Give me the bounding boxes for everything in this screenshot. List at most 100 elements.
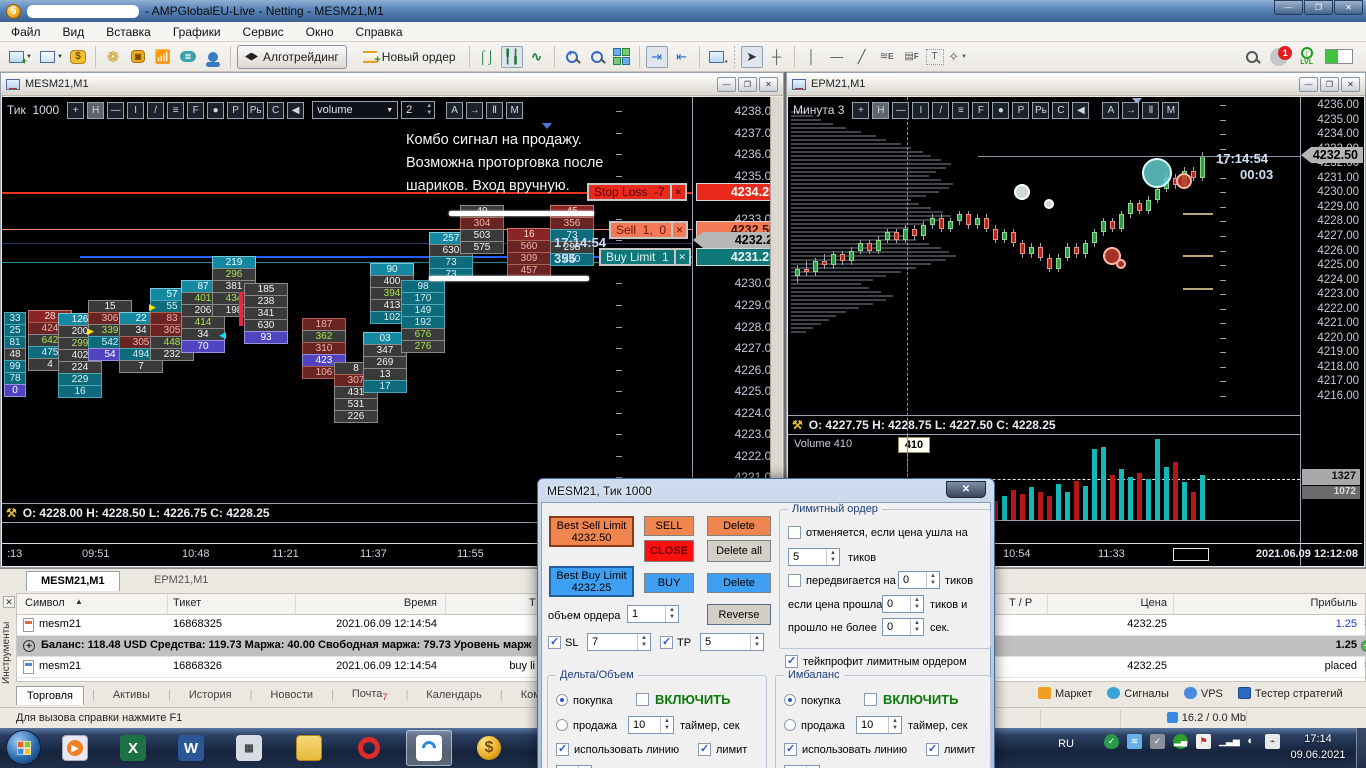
- signal-strength-icon[interactable]: ▁▃▅: [1219, 734, 1240, 749]
- chart-tool-button-◀[interactable]: ◀: [287, 101, 305, 119]
- taskbar-clock[interactable]: 17:14 09.06.2021: [1282, 731, 1354, 763]
- tab-vps[interactable]: VPS: [1183, 687, 1223, 700]
- add-funds-icon[interactable]: +: [1361, 640, 1366, 652]
- imbalance-enable-checkbox[interactable]: [864, 693, 877, 706]
- taskbar-opera[interactable]: [346, 730, 392, 766]
- chart-tool-button-A[interactable]: A: [1102, 101, 1120, 119]
- chart-tool-button-Pь[interactable]: Pь: [247, 101, 265, 119]
- taskbar-media-player[interactable]: ▶: [52, 730, 98, 766]
- candles-chart-icon[interactable]: ╿╽: [500, 45, 523, 68]
- takeprofit-limit-checkbox[interactable]: [785, 654, 798, 668]
- menu-file[interactable]: Файл: [0, 23, 52, 41]
- close-position-button[interactable]: CLOSE: [644, 540, 694, 562]
- indicator-dropdown[interactable]: volume ▼: [312, 101, 399, 119]
- chart-tool-button-—[interactable]: —: [892, 101, 910, 119]
- col-tp[interactable]: Т / Р: [1009, 597, 1032, 609]
- taskbar-explorer[interactable]: [286, 730, 332, 766]
- dialog-close-button[interactable]: ✕: [946, 481, 986, 498]
- cancel-stop-icon[interactable]: ✕: [669, 185, 685, 199]
- imbalance-sell-radio[interactable]: [784, 719, 796, 731]
- col-type[interactable]: Т: [529, 597, 536, 609]
- chart-tool-button-Ⅱ[interactable]: Ⅱ: [1142, 101, 1160, 119]
- vertical-line-icon[interactable]: │: [801, 46, 823, 68]
- line-chart-icon[interactable]: ∿: [526, 46, 548, 68]
- move-ticks-spinner[interactable]: 0 ▲ ▼: [898, 571, 940, 589]
- zoom-in-icon[interactable]: +: [561, 46, 583, 68]
- delete-all-button[interactable]: Delete all: [707, 540, 771, 562]
- chart-tool-button-→[interactable]: →: [466, 101, 484, 119]
- right-chart-restore[interactable]: ❐: [1320, 76, 1339, 92]
- delta-sell-radio[interactable]: [556, 719, 568, 731]
- indicator-spinner[interactable]: 2 ▲ ▼: [401, 101, 436, 119]
- col-time[interactable]: Время: [297, 597, 437, 609]
- delta-buy-radio[interactable]: [556, 694, 568, 706]
- cancel-if-price-checkbox[interactable]: [788, 526, 801, 539]
- col-ticket[interactable]: Тикет: [173, 597, 201, 609]
- chart-tab-epm21[interactable]: EPM21,M1: [140, 571, 222, 591]
- horizontal-line-icon[interactable]: —: [826, 46, 848, 68]
- action-center-flag-icon[interactable]: ⚑: [1196, 734, 1211, 749]
- notifications-icon[interactable]: 1: [1270, 45, 1293, 66]
- market-watch-icon[interactable]: $: [67, 46, 89, 68]
- tp-checkbox[interactable]: [660, 635, 673, 649]
- delta-timer-spinner[interactable]: 10 ▲ ▼: [628, 716, 674, 734]
- chart-tool-button-C[interactable]: C: [1052, 101, 1070, 119]
- right-chart-minimize[interactable]: —: [1299, 76, 1318, 92]
- shapes-icon[interactable]: ✧ ▼: [947, 46, 969, 68]
- chart-tool-button-A[interactable]: A: [446, 101, 464, 119]
- col-symbol[interactable]: Символ: [25, 597, 65, 609]
- community-icon[interactable]: [202, 46, 224, 68]
- menu-insert[interactable]: Вставка: [95, 23, 162, 41]
- search-icon[interactable]: [1246, 50, 1259, 63]
- buy-button[interactable]: BUY: [644, 573, 694, 593]
- new-chart-icon[interactable]: + ▼: [5, 46, 32, 68]
- elapsed-spinner[interactable]: 0 ▲ ▼: [882, 618, 924, 636]
- bars-chart-icon[interactable]: ⌠⌡: [476, 46, 498, 68]
- tab-assets[interactable]: Активы: [103, 686, 160, 704]
- security-shield-icon[interactable]: ✓: [1104, 734, 1119, 749]
- delta-use-line-checkbox[interactable]: [556, 742, 569, 756]
- chart-tool-button-≡[interactable]: ≡: [952, 101, 970, 119]
- crosshair-icon[interactable]: ┼: [766, 46, 788, 68]
- tab-calendar[interactable]: Календарь: [416, 686, 492, 704]
- best-sell-limit-button[interactable]: Best Sell Limit 4232.50: [549, 516, 634, 547]
- algo-trading-button[interactable]: Алготрейдинг: [237, 44, 347, 69]
- tp-spinner[interactable]: 5 ▲ ▼: [700, 633, 764, 651]
- chart-tool-button-H[interactable]: H: [87, 101, 105, 119]
- chart-tool-button-≡[interactable]: ≡: [167, 101, 185, 119]
- best-buy-limit-button[interactable]: Best Buy Limit 4232.25: [549, 566, 634, 597]
- taskbar-excel[interactable]: X: [110, 730, 156, 766]
- language-indicator[interactable]: RU: [1058, 738, 1074, 750]
- taskbar-calculator[interactable]: ▦: [226, 730, 272, 766]
- chart-tool-button-P[interactable]: P: [1012, 101, 1030, 119]
- new-order-button[interactable]: + Новый ордер: [356, 45, 463, 69]
- fibonacci-icon[interactable]: ≋ E: [876, 46, 898, 68]
- tile-windows-icon[interactable]: [611, 46, 633, 68]
- chart-tool-button-M[interactable]: M: [506, 101, 524, 119]
- chart-tool-button-+[interactable]: +: [67, 101, 85, 119]
- delete-sell-button[interactable]: Delete: [707, 516, 771, 536]
- trend-line-icon[interactable]: ╱: [851, 46, 873, 68]
- taskbar-trading-app-active[interactable]: [406, 730, 452, 766]
- money-icon[interactable]: ❁: [102, 46, 124, 68]
- chart-tool-button-P[interactable]: P: [227, 101, 245, 119]
- right-chart-close[interactable]: ✕: [1341, 76, 1360, 92]
- chart-tool-button-●[interactable]: ●: [992, 101, 1010, 119]
- delta-limit-checkbox[interactable]: [698, 742, 711, 756]
- tab-news[interactable]: Новости: [260, 686, 323, 704]
- left-chart-restore[interactable]: ❐: [738, 76, 757, 92]
- text-tool-icon[interactable]: T: [925, 48, 944, 65]
- imbalance-buy-radio[interactable]: [784, 694, 796, 706]
- menu-help[interactable]: Справка: [345, 23, 414, 41]
- tab-market[interactable]: Маркет: [1038, 687, 1092, 700]
- delta-enable-checkbox[interactable]: [636, 693, 649, 706]
- chart-tool-button-+[interactable]: +: [852, 101, 870, 119]
- close-toolbox-button[interactable]: ✕: [3, 596, 15, 608]
- buy-limit-label[interactable]: Buy Limit 1 ✕: [599, 248, 691, 266]
- tab-signals[interactable]: Сигналы: [1107, 687, 1169, 700]
- auto-scroll-icon[interactable]: ⇥: [645, 45, 668, 68]
- network-meter-icon[interactable]: ▂▄: [1173, 734, 1188, 749]
- cancel-buy-icon[interactable]: ✕: [673, 250, 689, 264]
- minimize-button[interactable]: —: [1274, 0, 1303, 15]
- order-volume-spinner[interactable]: 1 ▲ ▼: [627, 605, 679, 623]
